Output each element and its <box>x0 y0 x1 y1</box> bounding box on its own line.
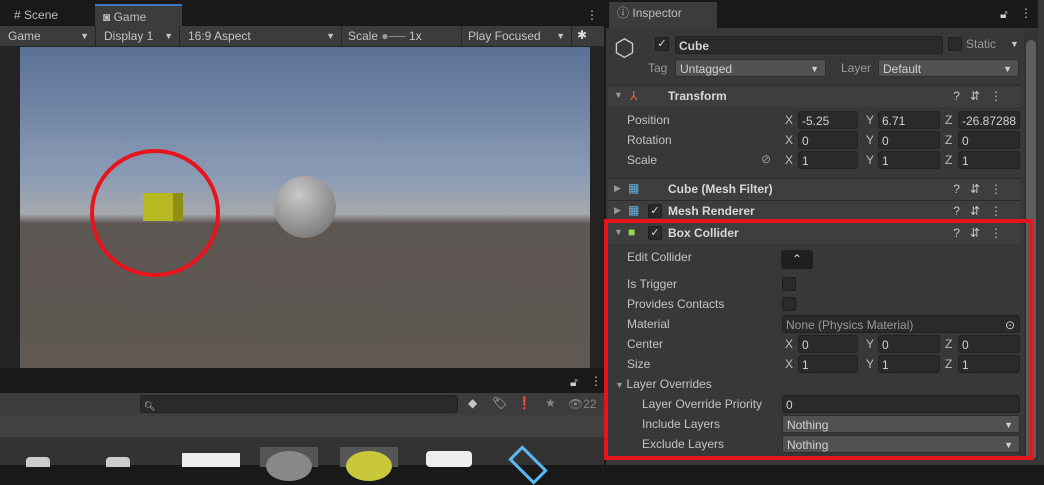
rotation-y-label: Y <box>866 133 875 147</box>
search-icon: 🔍︎ <box>144 401 156 411</box>
position-y-label: Y <box>866 113 875 127</box>
more-menu-icon[interactable]: ⋮ <box>586 8 598 22</box>
position-y-input[interactable]: 6.71 <box>878 111 940 129</box>
game-mode-dropdown[interactable]: Game ▼ <box>2 26 96 46</box>
rotation-x-label: X <box>785 133 794 147</box>
transform-icon: ⅄ <box>630 89 638 103</box>
asset-thumb[interactable] <box>106 457 130 467</box>
info-icon: ⓘ <box>617 6 630 20</box>
position-z-input[interactable]: -26.87288 <box>958 111 1020 129</box>
component-actions-icons[interactable]: ?⇵⋮ <box>953 89 1012 103</box>
asset-thumb[interactable] <box>340 447 398 481</box>
filter-type-icon[interactable]: ◆ <box>468 396 477 410</box>
mesh-renderer-icon: ▦ <box>628 203 640 217</box>
static-dropdown-icon[interactable]: ▼ <box>1010 39 1019 49</box>
active-checkbox[interactable]: ✓ <box>655 37 669 51</box>
label-icon[interactable]: 🏷︎ <box>492 396 507 410</box>
position-x-input[interactable]: -5.25 <box>798 111 858 129</box>
position-x-label: X <box>785 113 794 127</box>
bug-icon[interactable]: ✱ <box>577 28 587 42</box>
scale-slider[interactable]: Scale ●── 1x <box>342 26 462 46</box>
visible-count: 22 <box>583 397 597 411</box>
tag-dropdown[interactable]: Untagged ▼ <box>675 59 826 77</box>
position-label: Position <box>627 113 670 127</box>
lock-icon[interactable]: 🔓︎ <box>570 375 578 390</box>
star-icon[interactable]: ★ <box>545 396 556 410</box>
scale-z-input[interactable]: 1 <box>958 151 1020 169</box>
tag-label: Tag <box>648 61 668 75</box>
gamepad-icon: ◙ <box>103 10 111 24</box>
asset-thumb[interactable] <box>260 447 318 481</box>
rotation-z-label: Z <box>945 133 953 147</box>
game-view[interactable] <box>0 46 604 368</box>
sphere-object <box>274 176 336 238</box>
search-input[interactable]: 🔍︎ <box>140 395 458 413</box>
scale-label: Scale <box>627 153 658 167</box>
position-z-label: Z <box>945 113 953 127</box>
warning-icon[interactable]: ❗ <box>517 396 532 410</box>
scale-y-label: Y <box>866 153 875 167</box>
mesh-renderer-checkbox[interactable]: ✓ <box>648 204 662 218</box>
rotation-x-input[interactable]: 0 <box>798 131 858 149</box>
grid-icon: # <box>14 8 21 22</box>
inspector-menu-icon[interactable]: ⋮ <box>1020 6 1032 20</box>
panel-menu-icon[interactable]: ⋮ <box>590 374 602 388</box>
transform-header[interactable]: ▼ ⅄ Transform ?⇵⋮ <box>608 85 1020 107</box>
game-toolbar: Game ▼ Display 1 ▼ 16:9 Aspect ▼ Scale ●── … <box>0 26 604 46</box>
scale-y-input[interactable]: 1 <box>878 151 940 169</box>
box-collider-highlight <box>604 219 1033 460</box>
rotation-z-input[interactable]: 0 <box>958 131 1020 149</box>
display-dropdown[interactable]: Display 1 ▼ <box>98 26 180 46</box>
asset-grid <box>0 437 604 485</box>
static-label: Static <box>966 37 997 51</box>
asset-thumb[interactable] <box>508 445 548 485</box>
tab-inspector[interactable]: ⓘ Inspector <box>609 2 717 28</box>
scale-x-label: X <box>785 153 794 167</box>
highlight-circle <box>90 149 220 277</box>
rotation-label: Rotation <box>627 133 672 147</box>
scale-link-icon[interactable]: ⊘ <box>761 152 771 166</box>
mesh-filter-header[interactable]: ▶ ▦ Cube (Mesh Filter) ?⇵⋮ <box>608 178 1020 200</box>
rotation-y-input[interactable]: 0 <box>878 131 940 149</box>
project-toolbar: 🔍︎ ◆ 🏷︎ ❗ ★ 👁︎22 <box>0 393 604 415</box>
layer-label: Layer <box>841 61 872 75</box>
gameobject-icon[interactable]: ⬡ <box>614 34 635 63</box>
asset-thumb[interactable] <box>26 457 50 467</box>
object-name-input[interactable]: Cube <box>675 36 943 54</box>
play-mode-dropdown[interactable]: Play Focused ▼ <box>462 26 572 46</box>
scale-x-input[interactable]: 1 <box>798 151 858 169</box>
lock-icon[interactable]: 🔓︎ <box>1000 7 1008 22</box>
layer-dropdown[interactable]: Default ▼ <box>878 59 1019 77</box>
static-checkbox[interactable] <box>948 37 962 51</box>
visibility-icon[interactable]: 👁︎22 <box>568 397 597 411</box>
mesh-filter-icon: ▦ <box>628 181 640 195</box>
aspect-dropdown[interactable]: 16:9 Aspect ▼ <box>182 26 342 46</box>
tab-game[interactable]: ◙ Game <box>95 4 182 28</box>
tab-scene[interactable]: # Scene <box>6 4 66 28</box>
scale-z-label: Z <box>945 153 953 167</box>
